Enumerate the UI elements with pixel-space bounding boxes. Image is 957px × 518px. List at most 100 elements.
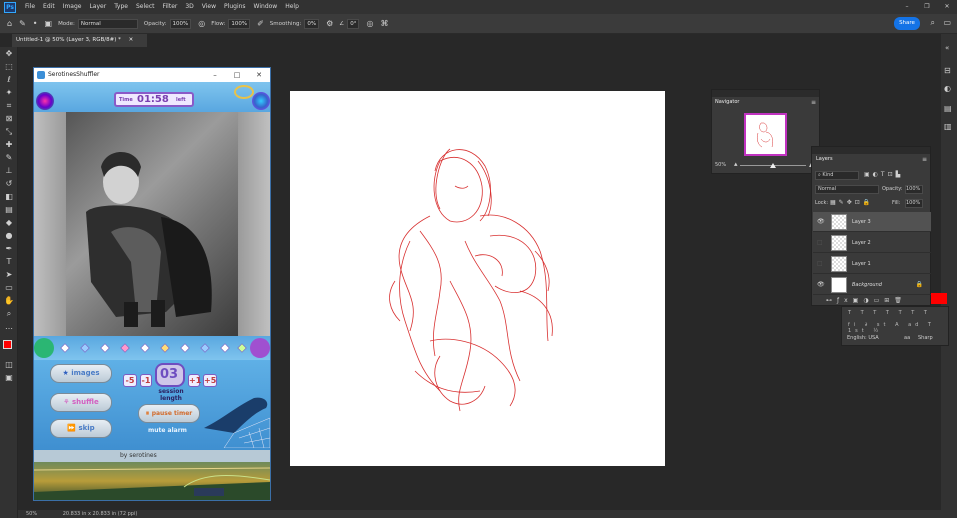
marquee-tool-icon[interactable]: ⬚ <box>4 62 14 72</box>
menu-select[interactable]: Select <box>132 0 159 14</box>
filter-kind-select[interactable]: ⌕ Kind <box>815 171 859 180</box>
mode-select[interactable]: Normal <box>77 18 138 29</box>
quick-mask-icon[interactable]: ◫ <box>4 360 14 370</box>
brush-size-icon[interactable]: • <box>33 19 38 28</box>
adjustments-panel-icon[interactable]: ▥ <box>944 122 952 131</box>
blur-tool-icon[interactable]: ◆ <box>4 218 14 228</box>
menu-image[interactable]: Image <box>59 0 86 14</box>
lock-icons[interactable]: ▦✎✥⊡🔒 <box>830 199 873 206</box>
close-tab-icon[interactable]: ✕ <box>129 37 134 43</box>
dodge-tool-icon[interactable]: ● <box>4 231 14 241</box>
plus-1-button[interactable]: +1 <box>188 374 201 387</box>
type-tool-icon[interactable]: T <box>4 257 14 267</box>
history-panel-icon[interactable]: ⊟ <box>944 66 951 75</box>
foreground-color-swatch[interactable] <box>3 340 12 349</box>
images-button[interactable]: ★ images <box>50 364 112 383</box>
eye-icon[interactable]: 👁 <box>817 275 825 295</box>
document-tab[interactable]: Untitled-1 @ 50% (Layer 3, RGB/8#) * ✕ <box>12 34 147 47</box>
antialias-select[interactable]: Sharp <box>918 335 933 341</box>
menu-filter[interactable]: Filter <box>159 0 182 14</box>
mute-alarm-button[interactable]: mute alarm <box>148 427 187 434</box>
pressure-opacity-icon[interactable]: ◎ <box>198 19 205 28</box>
move-tool-icon[interactable]: ✥ <box>4 49 14 59</box>
share-button[interactable]: Share <box>894 17 920 30</box>
layer-actions[interactable]: ⊷ƒx▣◑▭⊞🗑 <box>826 297 907 304</box>
layer-name[interactable]: Layer 2 <box>852 233 871 253</box>
layer-name[interactable]: Layer 3 <box>852 212 871 232</box>
minimize-icon[interactable]: – <box>204 68 226 82</box>
layer-row[interactable]: 👁 Background 🔒 <box>813 275 931 295</box>
layer-row[interactable]: □ Layer 1 <box>813 254 931 274</box>
flow-field[interactable]: 100% <box>228 18 251 29</box>
eye-hidden-icon[interactable]: □ <box>817 233 825 253</box>
menu-layer[interactable]: Layer <box>85 0 110 14</box>
pen-tool-icon[interactable]: ✒ <box>4 244 14 254</box>
eye-hidden-icon[interactable]: □ <box>817 254 825 274</box>
smoothing-gear-icon[interactable]: ⚙ <box>326 19 333 28</box>
minimize-icon[interactable]: – <box>897 0 917 14</box>
layer-row[interactable]: □ Layer 2 <box>813 233 931 253</box>
menu-edit[interactable]: Edit <box>39 0 59 14</box>
menu-type[interactable]: Type <box>110 0 132 14</box>
language-select[interactable]: English: USA <box>847 335 879 341</box>
properties-panel-icon[interactable]: ▤ <box>944 104 952 113</box>
zoom-tool-icon[interactable]: ⌕ <box>4 309 14 319</box>
brush-preset-icon[interactable]: ✎ <box>19 19 26 28</box>
crop-tool-icon[interactable]: ⌗ <box>4 101 14 111</box>
text-style-icons[interactable]: T T T T T T T <box>848 310 931 316</box>
opentype-icons[interactable]: fi ∂ st A ad T 1st ½ <box>848 322 948 334</box>
opacity-field[interactable]: 100% <box>169 18 192 29</box>
healing-brush-icon[interactable]: ✚ <box>4 140 14 150</box>
panel-menu-icon[interactable]: ≡ <box>922 156 927 163</box>
status-doc-info[interactable]: 20.833 in x 20.833 in (72 ppi) <box>63 511 138 517</box>
gradient-tool-icon[interactable]: ▤ <box>4 205 14 215</box>
workspace-icon[interactable]: ▭ <box>943 18 951 27</box>
plus-5-button[interactable]: +5 <box>203 374 217 387</box>
navigator-tab[interactable]: Navigator <box>712 97 743 108</box>
color-swatch[interactable] <box>931 293 947 304</box>
restore-icon[interactable]: ❐ <box>917 0 937 14</box>
pressure-size-icon[interactable]: ◎ <box>366 19 373 28</box>
rectangle-tool-icon[interactable]: ▭ <box>4 283 14 293</box>
layer-row[interactable]: 👁 Layer 3 <box>813 212 931 232</box>
eyedropper-icon[interactable]: ⤡ <box>4 127 14 137</box>
expand-panels-icon[interactable]: « <box>945 44 949 52</box>
smoothing-field[interactable]: 0% <box>304 18 320 29</box>
navigator-thumbnail[interactable] <box>744 113 787 156</box>
close-icon[interactable]: ✕ <box>248 68 270 82</box>
panel-menu-icon[interactable]: ≡ <box>811 99 816 106</box>
blend-mode-select[interactable]: Normal <box>815 185 879 194</box>
layer-fill-field[interactable]: 100% <box>905 199 923 208</box>
panel-header[interactable] <box>712 90 819 97</box>
history-brush-icon[interactable]: ↺ <box>4 179 14 189</box>
eye-icon[interactable]: 👁 <box>817 212 825 232</box>
skip-button[interactable]: ⏩ skip <box>50 419 112 438</box>
menu-file[interactable]: File <box>21 0 39 14</box>
pause-timer-button[interactable]: ⏸ pause timer <box>138 404 200 423</box>
airbrush-icon[interactable]: ✐ <box>257 19 264 28</box>
color-panel-icon[interactable]: ◐ <box>944 84 951 93</box>
layers-tab[interactable]: Layers <box>812 154 837 165</box>
navigator-zoom-value[interactable]: 50% <box>715 162 726 168</box>
close-icon[interactable]: ✕ <box>937 0 957 14</box>
hand-tool-icon[interactable]: ✋ <box>4 296 14 306</box>
stamp-tool-icon[interactable]: ⊥ <box>4 166 14 176</box>
screen-mode-icon[interactable]: ▣ <box>4 373 14 383</box>
status-zoom[interactable]: 50% <box>26 511 37 517</box>
maximize-icon[interactable]: □ <box>226 68 248 82</box>
brush-tool-icon[interactable]: ✎ <box>4 153 14 163</box>
menu-3d[interactable]: 3D <box>181 0 197 14</box>
more-tools-icon[interactable]: … <box>4 322 14 332</box>
menu-help[interactable]: Help <box>281 0 303 14</box>
brush-settings-icon[interactable]: ▣ <box>45 19 53 28</box>
filter-type-icons[interactable]: ▣◐T⊡▙ <box>864 171 903 178</box>
panel-header[interactable] <box>812 147 930 154</box>
shuffler-titlebar[interactable]: SerotinesShuffler – □ ✕ <box>34 68 270 82</box>
layer-opacity-field[interactable]: 100% <box>905 185 923 194</box>
document-canvas[interactable] <box>290 91 665 466</box>
layer-name[interactable]: Background <box>852 275 882 295</box>
layer-name[interactable]: Layer 1 <box>852 254 871 274</box>
eraser-tool-icon[interactable]: ◧ <box>4 192 14 202</box>
symmetry-icon[interactable]: ⌘ <box>380 19 388 28</box>
menu-plugins[interactable]: Plugins <box>220 0 250 14</box>
